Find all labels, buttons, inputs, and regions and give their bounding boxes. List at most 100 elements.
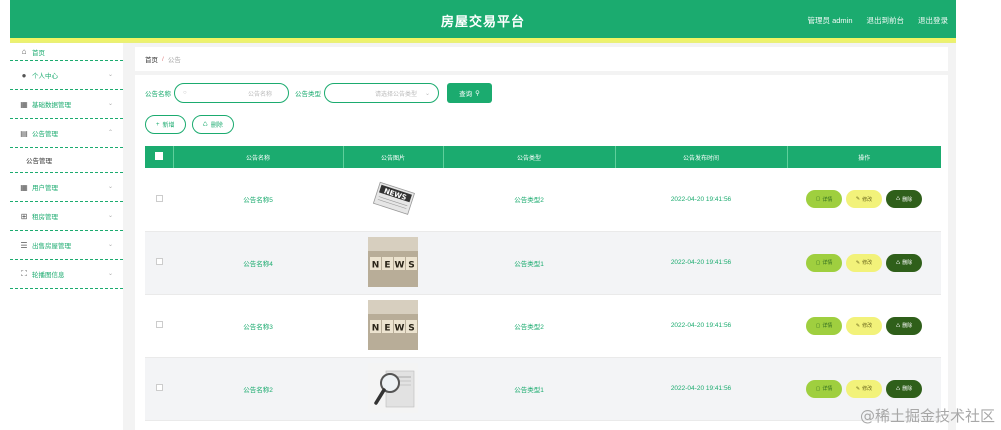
batch-delete-button[interactable]: ♺ 删除 [191,115,234,134]
svg-text:W: W [395,260,405,270]
search-bar: 公告名称 ○ 公告名称 公告类型 请选择公告类型 ⌄ 查询 ⚲ [145,83,492,103]
view-button[interactable]: ▢ 详情 [806,379,842,398]
doc-icon: ▢ [815,259,821,266]
search-icon: ⚲ [475,90,480,97]
sidebar-item-profile[interactable]: ● 个人中心 ⌄ [10,61,123,90]
sidebar-item-label: 轮播图信息 [32,272,65,279]
chevron-down-icon: ⌄ [107,271,113,277]
sidebar-item-label: 首页 [32,49,45,57]
view-label: 详情 [822,323,833,329]
notice-icon: ▤ [20,128,28,138]
notice-time: 2022-04-20 19:41:56 [615,168,787,232]
view-button[interactable]: ▢ 详情 [806,253,842,272]
trash-icon: ♺ [895,259,901,266]
delete-button[interactable]: ♺ 删除 [886,316,922,335]
doc-icon: ▢ [815,322,821,329]
svg-text:S: S [408,260,414,270]
sidebar-item-carousel[interactable]: ⛶ 轮播图信息 ⌄ [10,260,123,289]
view-button[interactable]: ▢ 详情 [806,190,842,209]
back-to-front-link[interactable]: 退出到前台 [867,15,905,26]
edit-label: 修改 [862,196,873,203]
table-header-row: 公告名称 公告图片 公告类型 公告发布时间 操作 [145,146,941,168]
notice-name: 公告名称3 [173,294,343,358]
sidebar-item-label: 租房管理 [32,214,58,221]
add-button[interactable]: + 新增 [145,115,186,134]
edit-icon: ✎ [855,385,861,392]
grid-icon: ▦ [20,99,28,109]
notice-image: NEWS [368,173,418,224]
edit-button[interactable]: ✎ 修改 [846,379,882,398]
watermark: @稀土掘金技术社区 [859,407,995,425]
trash-icon: ♺ [895,322,901,329]
breadcrumb-separator: / [162,55,164,63]
notice-time: 2022-04-20 19:41:56 [615,231,787,295]
delete-label: 删除 [902,196,913,203]
notice-type: 公告类型2 [443,168,615,232]
sidebar-subitem-label: 公告管理 [26,158,52,165]
edit-label: 修改 [862,260,873,266]
sidebar-item-home[interactable]: ⌂ 首页 [10,43,123,61]
user-icon: ● [21,70,27,80]
logout-link[interactable]: 退出登录 [918,15,948,26]
table-row: 公告名称5 NEWS 公告类型2 2022-04-20 19:41:56 ▢ 详… [145,168,941,232]
sidebar-item-label: 用户管理 [32,185,58,192]
edit-button[interactable]: ✎ 修改 [846,190,882,209]
table-row: 公告名称2 公告类型1 2022-04-20 19:41:56 ▢ 详情 ✎ 修… [145,357,941,421]
edit-label: 修改 [862,323,873,329]
delete-button[interactable]: ♺ 删除 [886,253,922,272]
svg-text:E: E [384,323,390,333]
list-icon: ☰ [20,240,28,250]
view-label: 详情 [822,386,833,392]
chevron-down-icon: ⌄ [107,242,113,248]
search-button[interactable]: 查询 ⚲ [447,83,492,103]
edit-button[interactable]: ✎ 修改 [846,253,882,272]
edit-button[interactable]: ✎ 修改 [846,316,882,335]
notice-type: 公告类型2 [443,294,615,358]
top-header: 房屋交易平台 管理员 admin 退出到前台 退出登录 [10,0,956,38]
chevron-down-icon: ⌄ [424,90,430,97]
column-header: 公告图片 [343,146,444,168]
row-checkbox[interactable] [155,258,163,265]
svg-text:W: W [395,323,405,333]
expand-icon: ⛶ [21,269,27,278]
select-all-checkbox[interactable] [154,152,163,160]
notice-image: N E W S [368,236,418,287]
type-select[interactable]: 请选择公告类型 ⌄ [324,83,439,103]
sidebar-item-notice[interactable]: ▤ 公告管理 ⌃ [10,119,123,148]
sidebar-item-label: 公告管理 [32,131,58,138]
header-actions: 管理员 admin 退出到前台 退出登录 [807,15,948,26]
delete-label: 删除 [902,323,913,329]
column-header: 公告类型 [443,146,616,168]
notice-name: 公告名称4 [173,231,343,295]
sidebar-item-basic-data[interactable]: ▦ 基础数据管理 ⌄ [10,90,123,119]
name-search-input[interactable]: ○ 公告名称 [174,83,289,103]
sidebar: ⌂ 首页 ● 个人中心 ⌄ ▦ 基础数据管理 ⌄ ▤ 公告管理 ⌃ 公告管理 ▦… [10,43,123,430]
sidebar-item-users[interactable]: ▦ 用户管理 ⌄ [10,173,123,202]
sidebar-item-rental[interactable]: ⊞ 租房管理 ⌄ [10,202,123,231]
notice-time: 2022-04-20 19:41:56 [615,294,787,358]
trash-icon: ♺ [895,196,901,203]
breadcrumb-home[interactable]: 首页 [145,54,158,64]
delete-button[interactable]: ♺ 删除 [886,190,922,209]
view-button[interactable]: ▢ 详情 [806,316,842,335]
notice-time: 2022-04-20 19:41:56 [615,357,787,421]
sidebar-subitem-notice-manage[interactable]: 公告管理 [10,148,123,173]
row-checkbox[interactable] [155,321,163,328]
column-header: 操作 [787,146,941,168]
sidebar-item-label: 个人中心 [32,73,58,80]
sidebar-item-sale[interactable]: ☰ 出售房屋管理 ⌄ [10,231,123,260]
sidebar-item-label: 基础数据管理 [32,102,71,109]
delete-button[interactable]: ♺ 删除 [886,379,922,398]
sidebar-item-label: 出售房屋管理 [32,243,71,250]
notice-type: 公告类型1 [443,357,615,421]
svg-text:E: E [384,260,390,270]
row-checkbox[interactable] [155,384,163,391]
chevron-down-icon: ⌄ [107,184,113,190]
search-button-label: 查询 [459,91,473,98]
breadcrumb: 首页 / 公告 [135,47,948,71]
view-label: 详情 [822,196,833,203]
column-header: 公告发布时间 [615,146,788,168]
row-checkbox[interactable] [155,194,163,202]
chevron-up-icon: ⌃ [107,130,113,136]
trash-icon: ♺ [202,122,208,128]
